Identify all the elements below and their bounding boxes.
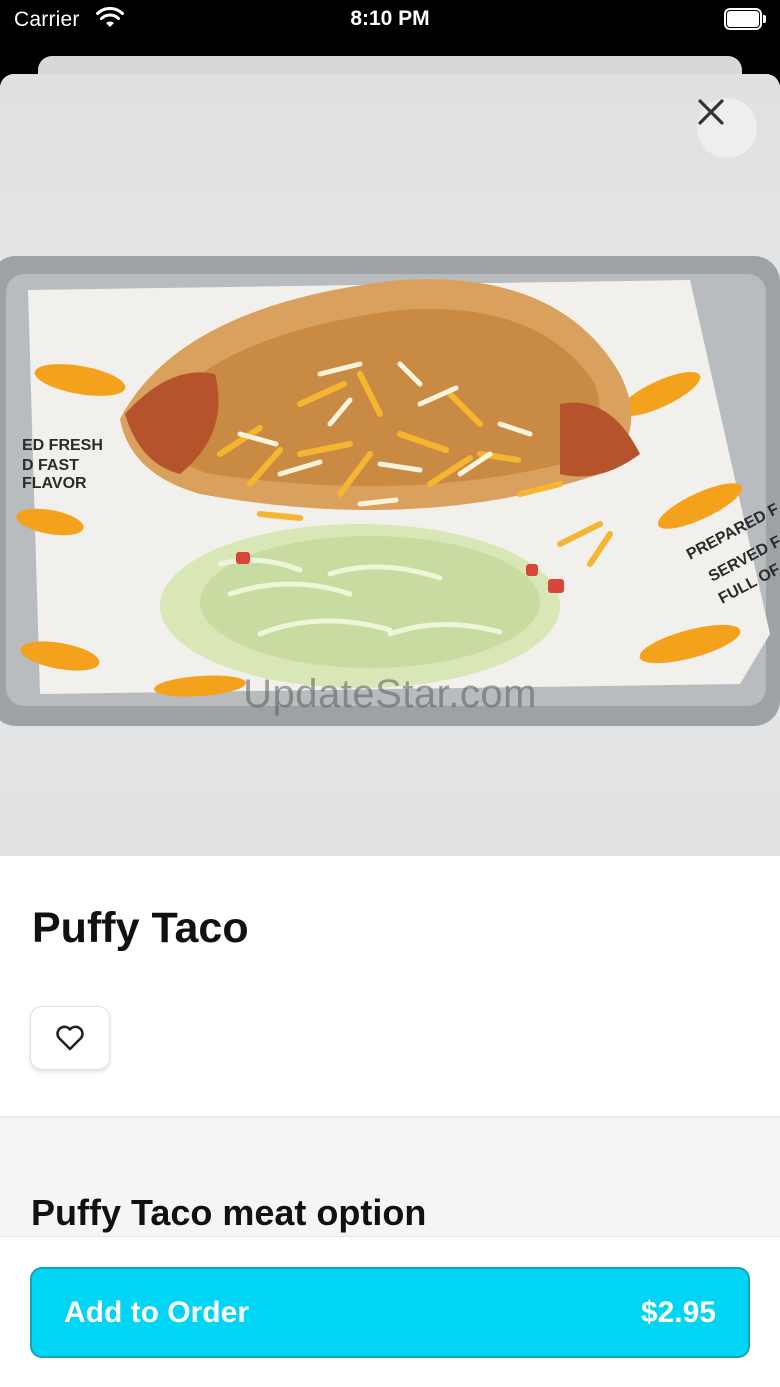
svg-text:FLAVOR: FLAVOR	[22, 475, 87, 492]
favorite-button[interactable]	[30, 1006, 110, 1070]
battery-icon	[724, 8, 766, 30]
add-to-order-label: Add to Order	[64, 1295, 249, 1329]
svg-text:ED FRESH: ED FRESH	[22, 437, 103, 454]
bottom-action-bar: Add to Order $2.95	[0, 1236, 780, 1387]
close-button[interactable]	[697, 98, 757, 158]
add-to-order-button[interactable]: Add to Order $2.95	[30, 1267, 750, 1358]
price-label: $2.95	[640, 1295, 716, 1329]
taco-illustration: ED FRESH D FAST FLAVOR PREPARED F SERVED…	[0, 256, 780, 726]
close-icon	[698, 99, 724, 125]
item-photo: ED FRESH D FAST FLAVOR PREPARED F SERVED…	[0, 74, 780, 856]
clock: 8:10 PM	[350, 7, 430, 30]
status-bar: Carrier 8:10 PM	[0, 0, 780, 44]
heart-icon	[56, 1025, 84, 1051]
option-group-title: Puffy Taco meat option	[31, 1192, 427, 1233]
svg-text:D FAST: D FAST	[22, 457, 79, 474]
watermark: UpdateStar.com	[243, 672, 537, 716]
item-title: Puffy Taco	[32, 904, 249, 952]
item-detail-sheet: ED FRESH D FAST FLAVOR PREPARED F SERVED…	[0, 74, 780, 1387]
